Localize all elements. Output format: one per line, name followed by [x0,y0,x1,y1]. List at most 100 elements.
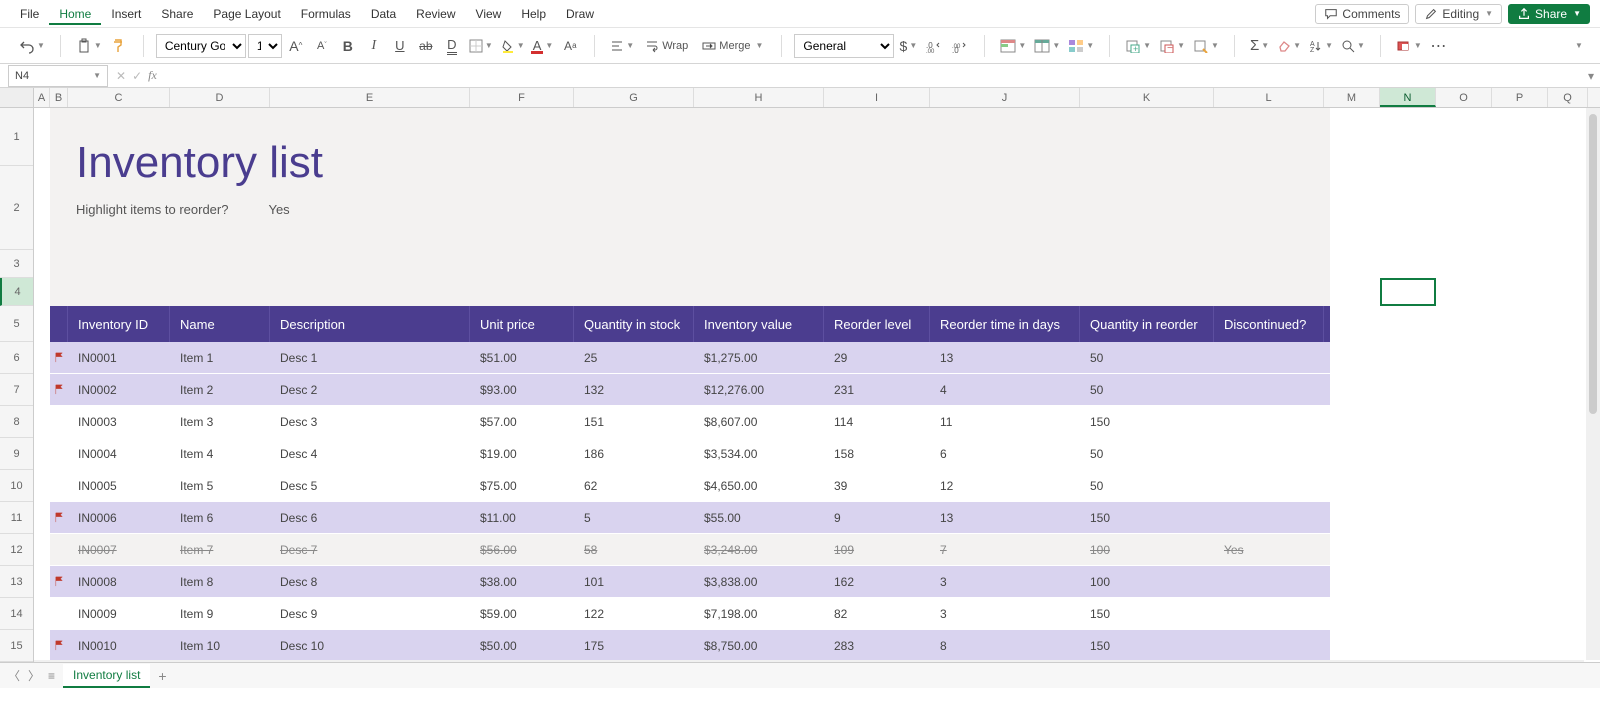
menu-insert[interactable]: Insert [101,3,151,25]
row-header-15[interactable]: 15 [0,630,33,662]
share-button[interactable]: Share ▼ [1508,4,1590,24]
col-header-G[interactable]: G [574,88,694,107]
autosum-button[interactable]: Σ▼ [1247,34,1272,58]
spreadsheet-grid[interactable]: ABCDEFGHIJKLMNOPQ 123456789101112131415 … [0,88,1600,674]
col-header-E[interactable]: E [270,88,470,107]
double-underline-button[interactable]: D [440,34,464,58]
strikethrough-button[interactable]: ab [414,34,438,58]
undo-button[interactable]: ▼ [16,34,48,58]
col-header-Q[interactable]: Q [1548,88,1588,107]
number-format-select[interactable]: General [794,34,894,58]
format-table-button[interactable]: ▼ [1031,34,1063,58]
col-header-C[interactable]: C [68,88,170,107]
borders-button[interactable]: ▼ [466,34,496,58]
font-size-select[interactable]: 11 [248,34,282,58]
underline-button[interactable]: U [388,34,412,58]
col-header-P[interactable]: P [1492,88,1548,107]
col-header-H[interactable]: H [694,88,824,107]
menu-data[interactable]: Data [361,3,406,25]
menu-share[interactable]: Share [151,3,203,25]
row-header-4[interactable]: 4 [0,278,33,306]
row-header-11[interactable]: 11 [0,502,33,534]
table-row[interactable]: IN0002Item 2Desc 2$93.00132$12,276.00231… [50,374,1330,406]
row-header-3[interactable]: 3 [0,250,33,278]
menu-page-layout[interactable]: Page Layout [203,3,290,25]
all-sheets-button[interactable]: ≡ [48,669,55,683]
enter-formula-icon[interactable]: ✓ [132,69,142,83]
row-header-2[interactable]: 2 [0,166,33,250]
col-header-L[interactable]: L [1214,88,1324,107]
increase-font-button[interactable]: A^ [284,34,308,58]
add-sheet-button[interactable]: + [158,668,166,684]
col-header-K[interactable]: K [1080,88,1214,107]
table-row[interactable]: IN0006Item 6Desc 6$11.005$55.00913150 [50,502,1330,534]
table-row[interactable]: IN0009Item 9Desc 9$59.00122$7,198.008231… [50,598,1330,630]
col-header-F[interactable]: F [470,88,574,107]
menu-formulas[interactable]: Formulas [291,3,361,25]
fill-color-button[interactable]: ▼ [498,34,528,58]
table-row[interactable]: IN0008Item 8Desc 8$38.00101$3,838.001623… [50,566,1330,598]
menu-help[interactable]: Help [511,3,556,25]
row-header-6[interactable]: 6 [0,342,33,374]
col-header-O[interactable]: O [1436,88,1492,107]
italic-button[interactable]: I [362,34,386,58]
ribbon-expand-button[interactable]: ▼ [1566,34,1590,58]
vertical-scrollbar[interactable] [1586,108,1600,660]
menu-review[interactable]: Review [406,3,465,25]
menu-draw[interactable]: Draw [556,3,604,25]
menu-view[interactable]: View [466,3,512,25]
currency-button[interactable]: $▼ [896,34,920,58]
font-name-select[interactable]: Century Gothi... [156,34,246,58]
table-row[interactable]: IN0007Item 7Desc 7$56.0058$3,248.0010971… [50,534,1330,566]
find-button[interactable]: ▼ [1338,34,1368,58]
row-header-7[interactable]: 7 [0,374,33,406]
bold-button[interactable]: B [336,34,360,58]
table-row[interactable]: IN0003Item 3Desc 3$57.00151$8,607.001141… [50,406,1330,438]
row-header-1[interactable]: 1 [0,108,33,166]
clear-button[interactable]: ▼ [1274,34,1304,58]
addins-button[interactable]: ▼ [1393,34,1425,58]
editing-mode-button[interactable]: Editing ▼ [1415,4,1502,24]
cell-styles-button[interactable]: ▼ [1065,34,1097,58]
decrease-font-button[interactable]: Aˇ [310,34,334,58]
table-row[interactable]: IN0005Item 5Desc 5$75.0062$4,650.0039125… [50,470,1330,502]
more-font-button[interactable]: Aa [558,34,582,58]
font-color-button[interactable]: A▼ [530,34,557,58]
formula-input[interactable] [165,65,1582,87]
row-header-14[interactable]: 14 [0,598,33,630]
row-header-10[interactable]: 10 [0,470,33,502]
more-commands-button[interactable]: ⋯ [1427,34,1451,58]
table-row[interactable]: IN0001Item 1Desc 1$51.0025$1,275.0029135… [50,342,1330,374]
tab-next-button[interactable]: 〉 [28,667,40,684]
comments-button[interactable]: Comments [1315,4,1409,24]
menu-home[interactable]: Home [49,3,101,25]
fx-icon[interactable]: fx [148,68,157,83]
tab-prev-button[interactable]: 〈 [8,667,20,684]
col-header-A[interactable]: A [34,88,50,107]
col-header-J[interactable]: J [930,88,1080,107]
table-row[interactable]: IN0004Item 4Desc 4$19.00186$3,534.001586… [50,438,1330,470]
merge-button[interactable]: Merge▼ [696,34,769,58]
conditional-format-button[interactable]: ▼ [997,34,1029,58]
sort-filter-button[interactable]: AZ▼ [1306,34,1336,58]
name-box[interactable]: N4▼ [8,65,108,87]
col-header-B[interactable]: B [50,88,68,107]
row-header-5[interactable]: 5 [0,306,33,342]
row-header-9[interactable]: 9 [0,438,33,470]
sheet-tab-inventory[interactable]: Inventory list [63,664,150,688]
wrap-text-button[interactable]: Wrap [639,34,694,58]
row-header-12[interactable]: 12 [0,534,33,566]
increase-decimal-button[interactable]: .0.00 [922,34,946,58]
table-row[interactable]: IN0010Item 10Desc 10$50.00175$8,750.0028… [50,630,1330,662]
format-painter-button[interactable] [107,34,131,58]
select-all-corner[interactable] [0,88,34,107]
col-header-N[interactable]: N [1380,88,1436,107]
delete-cells-button[interactable]: −▼ [1156,34,1188,58]
col-header-I[interactable]: I [824,88,930,107]
menu-file[interactable]: File [10,3,49,25]
paste-button[interactable]: ▼ [73,34,105,58]
formula-expand-button[interactable]: ▾ [1582,69,1600,83]
row-header-8[interactable]: 8 [0,406,33,438]
decrease-decimal-button[interactable]: .00.0 [948,34,972,58]
cancel-formula-icon[interactable]: ✕ [116,69,126,83]
